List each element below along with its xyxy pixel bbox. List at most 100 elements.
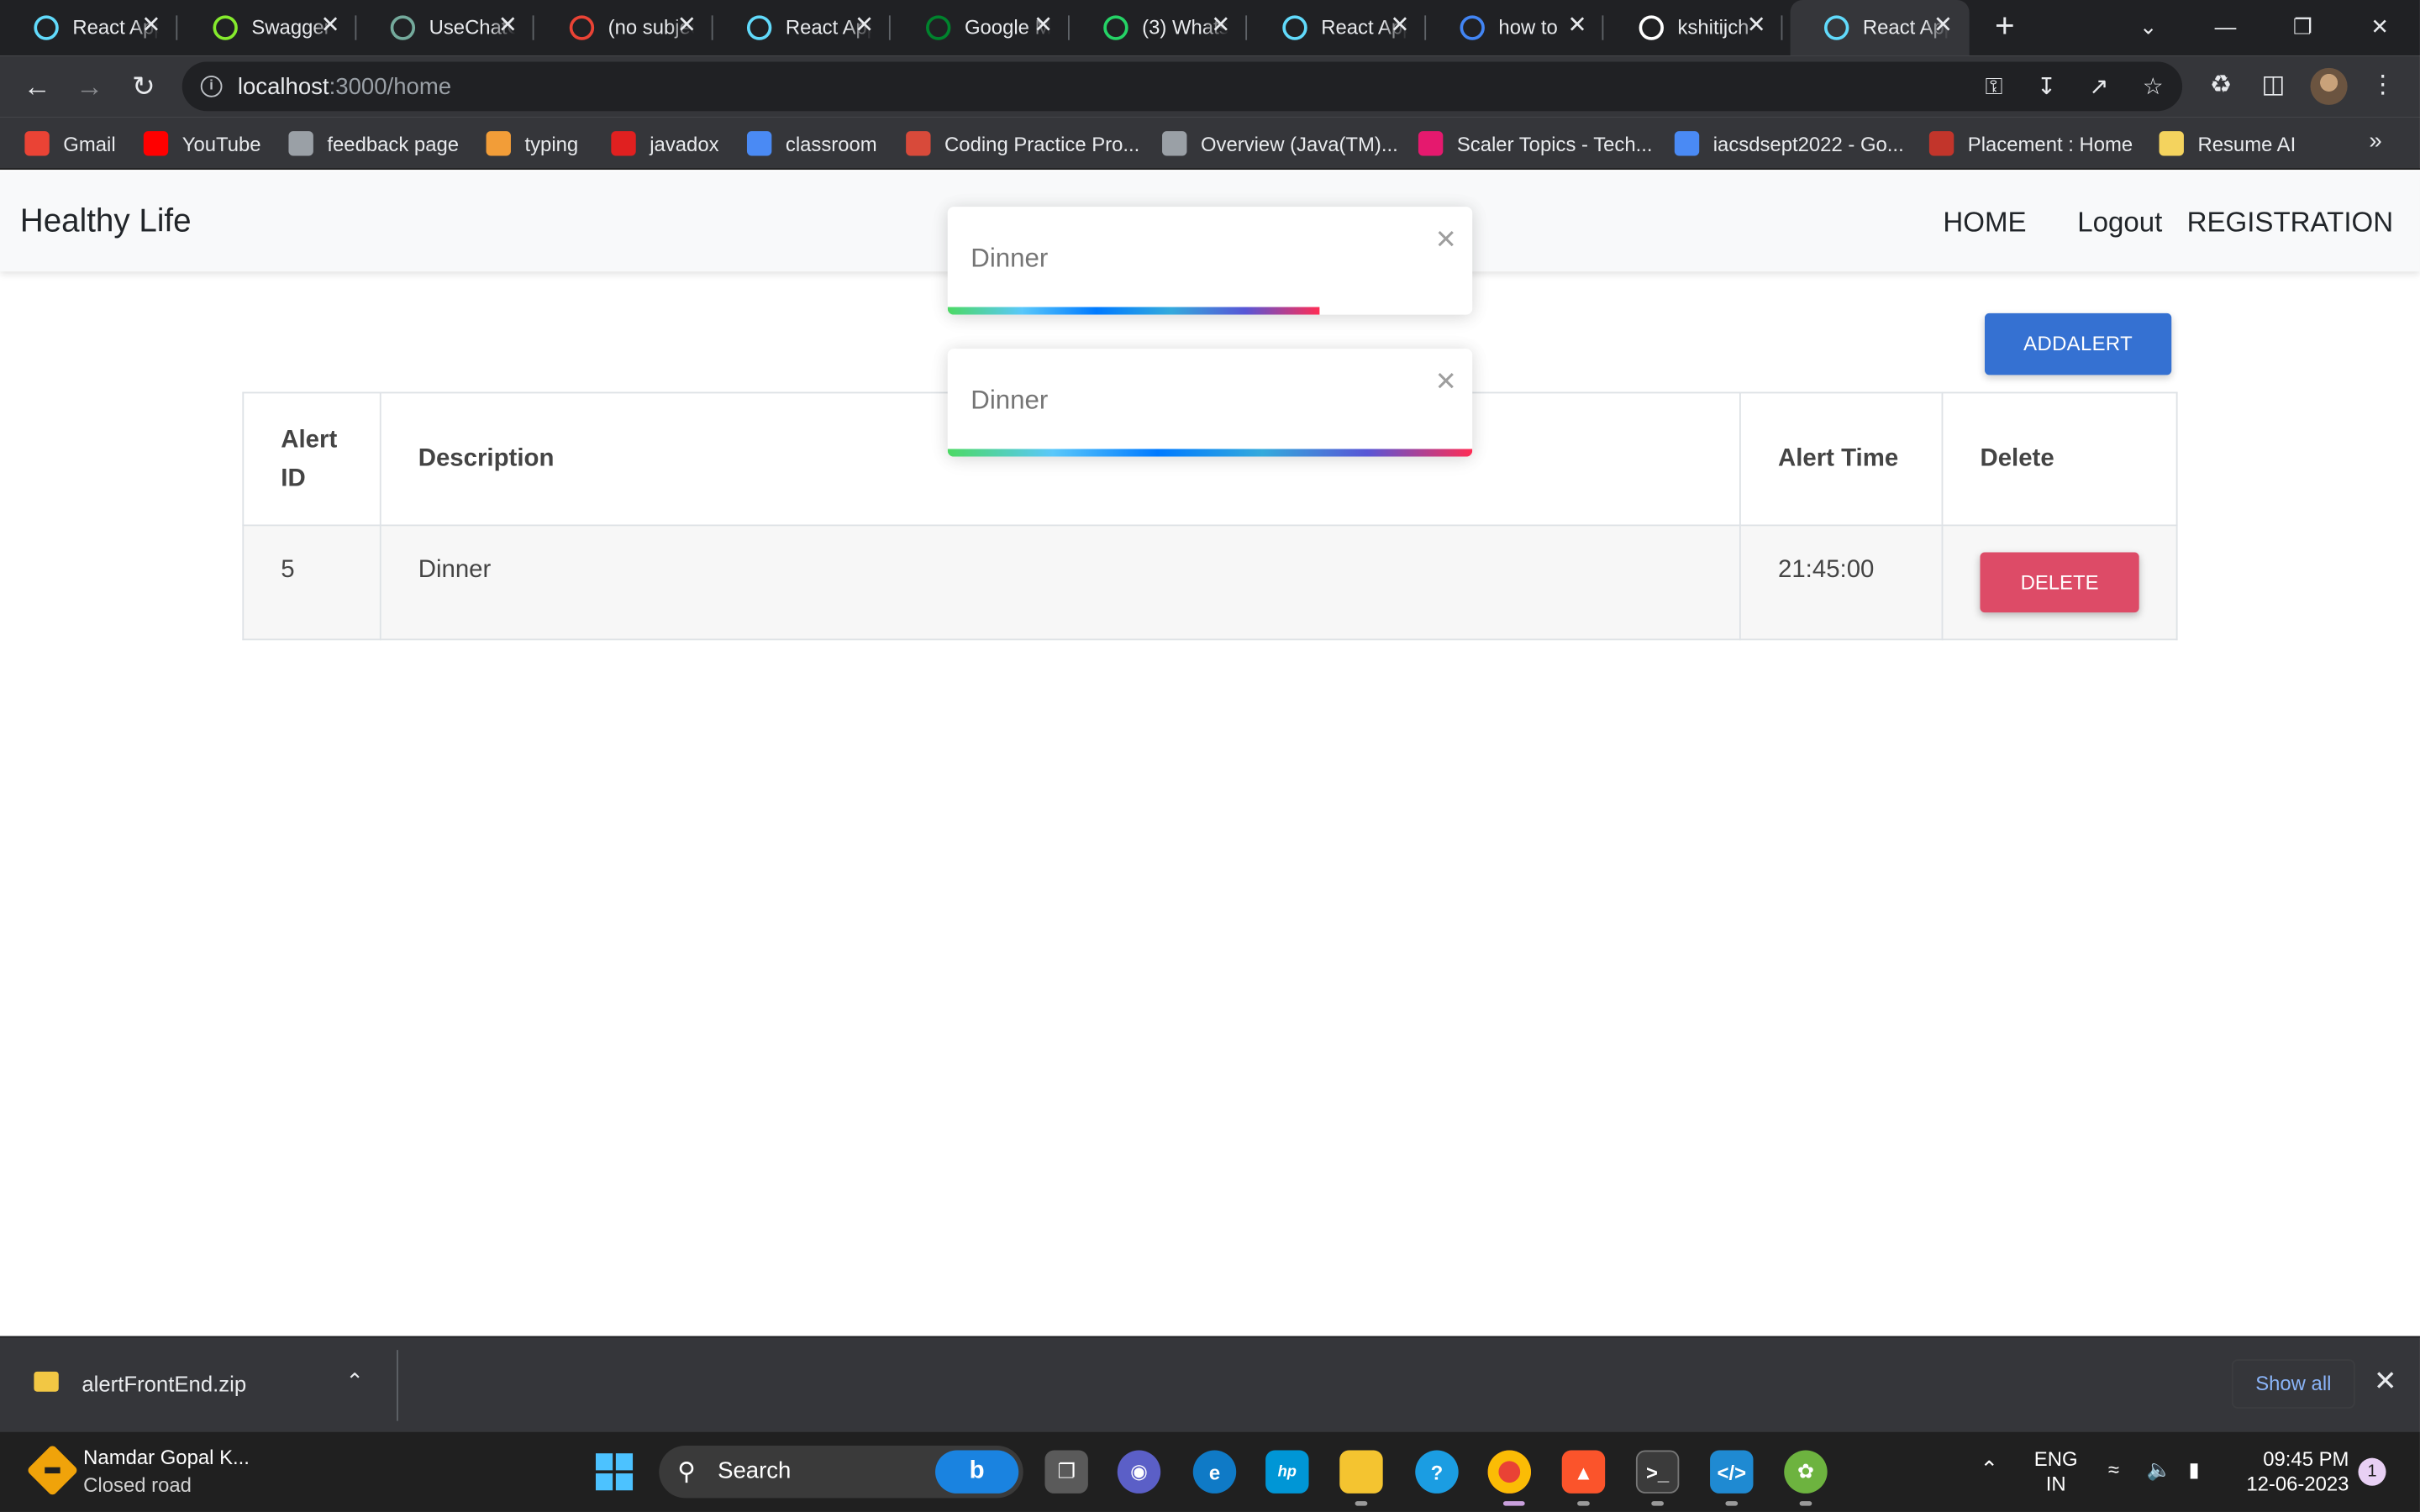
bookmark-item[interactable]: iacsdsept2022 - Go... [1674, 128, 1904, 159]
download-filename[interactable]: alertFrontEnd.zip [82, 1372, 246, 1396]
windows-start-icon[interactable] [595, 1453, 634, 1491]
bookmark-item[interactable]: Placement : Home [1928, 128, 2133, 159]
chevron-up-icon[interactable]: ⌃ [1980, 1457, 1998, 1481]
minimize-button[interactable]: — [2207, 9, 2244, 43]
groups-icon [1674, 131, 1700, 156]
browser-tab[interactable]: UseChatGPT✕ [356, 0, 534, 55]
search-label: Search [718, 1457, 792, 1484]
road-warning-icon[interactable] [26, 1444, 79, 1497]
vscode-icon[interactable]: </> [1710, 1450, 1754, 1494]
browser-tab[interactable]: React App ✕ [0, 0, 178, 55]
brave-icon[interactable]: ▲ [1561, 1450, 1606, 1494]
address-bar[interactable]: i localhost:3000/home ⚿ ↧ ↗ ☆ [182, 61, 2183, 112]
browser-tab[interactable]: Swagger UI✕ [179, 0, 357, 55]
window-close-button[interactable]: ✕ [2361, 9, 2398, 43]
tab-search-icon[interactable]: ⌄ [2130, 9, 2167, 43]
battery-icon[interactable]: ▮ [2188, 1458, 2199, 1483]
tab-separator [176, 15, 178, 40]
taskbar-search[interactable]: ⚲ Search b [659, 1445, 1023, 1499]
reload-icon[interactable]: ↻ [125, 68, 162, 105]
tab-close-icon[interactable]: ✕ [317, 13, 345, 40]
bookmark-item[interactable]: Overview (Java(TM)... [1162, 128, 1398, 159]
bookmark-item[interactable]: YouTube [143, 128, 261, 159]
new-tab-button[interactable]: + [1986, 8, 2023, 46]
input-language[interactable]: ENG IN [2034, 1447, 2078, 1497]
bing-icon[interactable]: b [935, 1450, 1019, 1494]
browser-tab[interactable]: React App ✕ [1249, 0, 1427, 55]
bookmark-item[interactable]: Gmail [24, 128, 116, 159]
edge-icon[interactable]: e [1192, 1450, 1237, 1494]
tab-close-icon[interactable]: ✕ [1929, 13, 1957, 40]
toast-notification[interactable]: Dinner ✕ [947, 207, 1473, 315]
bookmark-item[interactable]: classroom [746, 128, 877, 159]
widget-title[interactable]: Namdar Gopal K... [83, 1446, 250, 1469]
tab-close-icon[interactable]: ✕ [1743, 13, 1770, 40]
get-help-icon[interactable]: ? [1415, 1450, 1459, 1494]
notification-badge[interactable]: 1 [2358, 1457, 2386, 1486]
tab-close-icon[interactable]: ✕ [1386, 13, 1413, 40]
tab-separator [1781, 15, 1783, 40]
browser-tab[interactable]: how to ✕ [1426, 0, 1604, 55]
chevron-up-icon[interactable]: ⌃ [345, 1368, 364, 1394]
delete-button[interactable]: DELETE [1980, 552, 2139, 613]
nav-home-link[interactable]: HOME [1943, 207, 2026, 239]
myhp-icon[interactable]: hp [1265, 1450, 1309, 1494]
spring-icon[interactable]: ✿ [1784, 1450, 1828, 1494]
browser-tab[interactable]: kshitijch ✕ [1605, 0, 1783, 55]
brand-title[interactable]: Healthy Life [20, 203, 192, 240]
file-explorer-icon[interactable] [1339, 1450, 1383, 1494]
restore-button[interactable]: ❐ [2284, 9, 2321, 43]
close-icon[interactable]: ✕ [1435, 225, 1457, 256]
menu-kebab-icon[interactable]: ⋮ [2365, 68, 2402, 105]
toast-notification[interactable]: Dinner ✕ [947, 349, 1473, 457]
share-icon[interactable]: ↗ [2084, 72, 2115, 103]
tab-close-icon[interactable]: ✕ [1564, 13, 1591, 40]
task-view-icon[interactable]: ❐ [1044, 1450, 1088, 1494]
terminal-icon[interactable]: >_ [1635, 1450, 1680, 1494]
tab-close-icon[interactable]: ✕ [137, 13, 165, 40]
key-icon[interactable]: ⚿ [1979, 72, 2010, 103]
tab-close-icon[interactable]: ✕ [1029, 13, 1057, 40]
close-icon[interactable]: ✕ [2374, 1365, 2397, 1398]
close-icon[interactable]: ✕ [1435, 367, 1457, 398]
tab-close-icon[interactable]: ✕ [673, 13, 701, 40]
add-alert-button[interactable]: ADDALERT [1984, 312, 2172, 375]
install-icon[interactable]: ↧ [2031, 72, 2062, 103]
nav-logout-link[interactable]: Logout [2077, 207, 2162, 239]
back-icon[interactable]: ← [18, 68, 55, 105]
bookmark-item[interactable]: javadox [611, 128, 719, 159]
browser-tab[interactable]: Google Meet✕ [892, 0, 1070, 55]
bookmark-item[interactable]: Coding Practice Pro... [906, 128, 1139, 159]
extensions-icon[interactable]: ♻ [2202, 68, 2239, 105]
language-code: ENG [2033, 1446, 2078, 1471]
bookmark-star-icon[interactable]: ☆ [2138, 72, 2169, 103]
profile-avatar[interactable] [2310, 67, 2348, 105]
browser-tab[interactable]: (no subject)✕ [535, 0, 713, 55]
teams-chat-icon[interactable]: ◉ [1117, 1450, 1161, 1494]
scaler-icon [1418, 131, 1444, 156]
wifi-icon[interactable]: ≈ [2108, 1458, 2119, 1483]
browser-tab[interactable]: React App ✕ [713, 0, 891, 55]
volume-icon[interactable]: 🔈 [2147, 1458, 2172, 1483]
url-text[interactable]: localhost:3000/home [238, 74, 451, 100]
forward-icon[interactable]: → [71, 68, 108, 105]
bookmark-note-icon [2159, 131, 2184, 156]
tab-close-icon[interactable]: ✕ [1207, 13, 1234, 40]
show-all-button[interactable]: Show all [2231, 1359, 2355, 1409]
bookmark-item[interactable]: Scaler Topics - Tech... [1418, 128, 1653, 159]
bookmark-item[interactable]: typing [486, 128, 578, 159]
tab-close-icon[interactable]: ✕ [850, 13, 878, 40]
browser-tab[interactable]: (3) WhatsApp✕ [1070, 0, 1248, 55]
bookmark-item[interactable]: Resume AI [2159, 128, 2296, 159]
chrome-icon[interactable] [1487, 1450, 1532, 1494]
chatgpt-icon [390, 15, 416, 40]
site-info-icon[interactable]: i [200, 75, 223, 97]
nav-registration-link[interactable]: REGISTRATION [2187, 207, 2394, 239]
tab-close-icon[interactable]: ✕ [494, 13, 522, 40]
browser-tab[interactable]: React App ✕ [1790, 0, 1970, 56]
widget-subtitle[interactable]: Closed road [83, 1473, 192, 1497]
side-panel-icon[interactable]: ◫ [2254, 68, 2291, 105]
more-bookmarks-icon[interactable]: » [2369, 128, 2381, 154]
bookmark-item[interactable]: feedback page [288, 128, 459, 159]
clock[interactable]: 09:45 PM 12-06-2023 [2241, 1447, 2349, 1497]
